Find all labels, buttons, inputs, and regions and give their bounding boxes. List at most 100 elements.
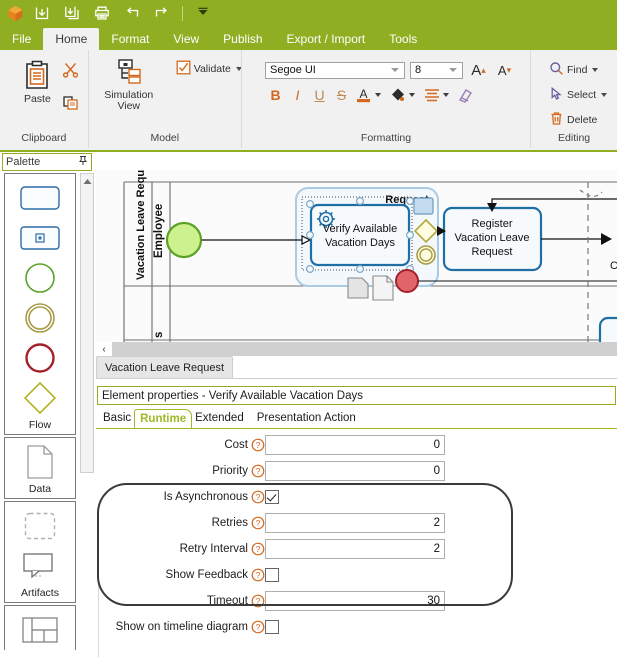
simulation-view-button[interactable]: Simulation View [98, 56, 160, 112]
help-question-icon[interactable]: ? [251, 490, 265, 504]
paste-button[interactable]: Paste [14, 56, 60, 105]
select-button[interactable]: Select [549, 86, 608, 104]
save-icon[interactable] [27, 1, 57, 25]
ribbon-tab-home[interactable]: Home [43, 28, 100, 50]
ribbon-group-clipboard-label: Clipboard [21, 132, 67, 144]
field-row-timeout: Timeout ? 30 [96, 588, 617, 614]
chevron-down-icon[interactable] [592, 68, 599, 72]
ribbon-tab-export-import[interactable]: Export / Import [275, 28, 378, 50]
scroll-up-arrow-icon[interactable] [81, 174, 93, 188]
fill-color-icon[interactable] [387, 85, 408, 105]
svg-text:?: ? [256, 518, 261, 528]
panel-splitter[interactable] [96, 342, 617, 356]
validate-button[interactable]: Validate [176, 60, 242, 78]
chevron-down-icon[interactable] [449, 68, 457, 72]
ribbon-tab-publish[interactable]: Publish [211, 28, 274, 50]
search-icon [549, 61, 564, 79]
help-question-icon[interactable]: ? [251, 594, 265, 608]
tab-basic[interactable]: Basic [100, 409, 134, 427]
tab-extended[interactable]: Extended [192, 409, 247, 427]
field-input-timeout[interactable]: 30 [265, 591, 445, 611]
field-row-show-on-timeline-diagram: Show on timeline diagram ? [96, 614, 617, 640]
palette-scrollbar[interactable] [80, 173, 94, 473]
tab-presentation-action[interactable]: Presentation Action [254, 409, 359, 427]
copy-button[interactable] [62, 94, 79, 114]
format-painter-icon[interactable] [455, 85, 476, 105]
grow-font-icon[interactable]: A ▴ [468, 60, 489, 80]
palette-item-subprocess[interactable] [5, 218, 75, 258]
palette-item-gateway[interactable] [5, 378, 75, 418]
palette-section-pools [4, 605, 76, 650]
cut-button[interactable] [62, 61, 79, 81]
undo-icon[interactable] [117, 1, 147, 25]
ribbon-tab-format[interactable]: Format [99, 28, 161, 50]
palette-section-artifacts-label: Artifacts [21, 587, 59, 599]
align-icon[interactable] [421, 85, 442, 105]
palette-sections: Flow Data Artifacts [4, 173, 76, 652]
field-input-cost[interactable]: 0 [265, 435, 445, 455]
application-window: File Home Format View Publish Export / I… [0, 0, 617, 657]
validate-button-label: Validate [193, 63, 231, 75]
palette-item-group[interactable] [5, 506, 75, 546]
svg-text:?: ? [256, 570, 261, 580]
chevron-down-icon[interactable] [601, 93, 608, 97]
palette-item-start-event[interactable] [5, 258, 75, 298]
help-question-icon[interactable]: ? [251, 542, 265, 556]
palette-item-intermediate-event[interactable] [5, 298, 75, 338]
palette-header: Palette [2, 153, 92, 171]
ribbon-tab-file[interactable]: File [0, 28, 43, 50]
chevron-down-icon[interactable] [409, 93, 415, 97]
italic-icon[interactable]: I [287, 85, 308, 105]
help-question-icon[interactable]: ? [251, 568, 265, 582]
delete-button[interactable]: Delete [549, 111, 607, 129]
font-family-combobox[interactable]: Segoe UI [265, 61, 405, 79]
help-question-icon[interactable]: ? [251, 438, 265, 452]
help-question-icon[interactable]: ? [251, 464, 265, 478]
field-checkbox-is-asynchronous[interactable] [265, 490, 279, 504]
palette-item-data-object[interactable] [5, 442, 75, 482]
print-icon[interactable] [87, 1, 117, 25]
service-task-label-line2: Vacation Days [325, 237, 396, 249]
ribbon-tab-tools[interactable]: Tools [377, 28, 429, 50]
palette-item-annotation[interactable] [5, 546, 75, 586]
ribbon-body: Paste Clipboard Simulation View Validate… [0, 50, 617, 152]
bold-icon[interactable]: B [265, 85, 286, 105]
field-label-show-feedback: Show Feedback [165, 569, 248, 581]
collapse-left-icon[interactable]: ‹ [96, 342, 112, 356]
task-register-label-line2: Vacation Leave [454, 232, 529, 244]
app-logo-icon[interactable] [3, 2, 27, 24]
palette-section-artifacts: Artifacts [4, 501, 76, 603]
shrink-font-icon[interactable]: A ▾ [494, 60, 515, 80]
find-button[interactable]: Find [549, 61, 607, 79]
redo-icon[interactable] [147, 1, 177, 25]
field-checkbox-show-on-timeline-diagram[interactable] [265, 620, 279, 634]
field-input-priority[interactable]: 0 [265, 461, 445, 481]
field-checkbox-show-feedback[interactable] [265, 568, 279, 582]
palette-item-pool[interactable] [5, 610, 75, 650]
help-question-icon[interactable]: ? [251, 516, 265, 530]
underline-icon[interactable]: U [309, 85, 330, 105]
customize-quick-access-icon[interactable] [188, 1, 218, 25]
save-as-icon[interactable] [57, 1, 87, 25]
chevron-down-icon[interactable] [391, 68, 399, 72]
svg-text:?: ? [256, 544, 261, 554]
palette-item-task[interactable] [5, 178, 75, 218]
font-size-combobox[interactable]: 8 [410, 61, 463, 79]
chevron-down-icon[interactable] [375, 93, 381, 97]
lane-label-second: s [153, 332, 165, 338]
chevron-down-icon[interactable] [443, 93, 449, 97]
palette-item-end-event[interactable] [5, 338, 75, 378]
font-color-icon[interactable]: A [353, 85, 374, 105]
ribbon-group-editing-label: Editing [558, 132, 591, 144]
tab-runtime[interactable]: Runtime [134, 408, 193, 428]
ribbon-group-model: Simulation View Validate Model [87, 50, 242, 148]
ribbon-tab-view[interactable]: View [161, 28, 211, 50]
strikethrough-icon[interactable]: S [331, 85, 352, 105]
help-question-icon[interactable]: ? [251, 620, 265, 634]
field-input-retries[interactable]: 2 [265, 513, 445, 533]
pin-icon[interactable] [78, 155, 88, 169]
palette-section-data-label: Data [28, 483, 52, 495]
document-tab-vacation-leave-request[interactable]: Vacation Leave Request [96, 356, 234, 378]
field-input-retry-interval[interactable]: 2 [265, 539, 445, 559]
diagram-canvas[interactable]: Vacation Leave Request Employee s Reques… [96, 170, 617, 342]
